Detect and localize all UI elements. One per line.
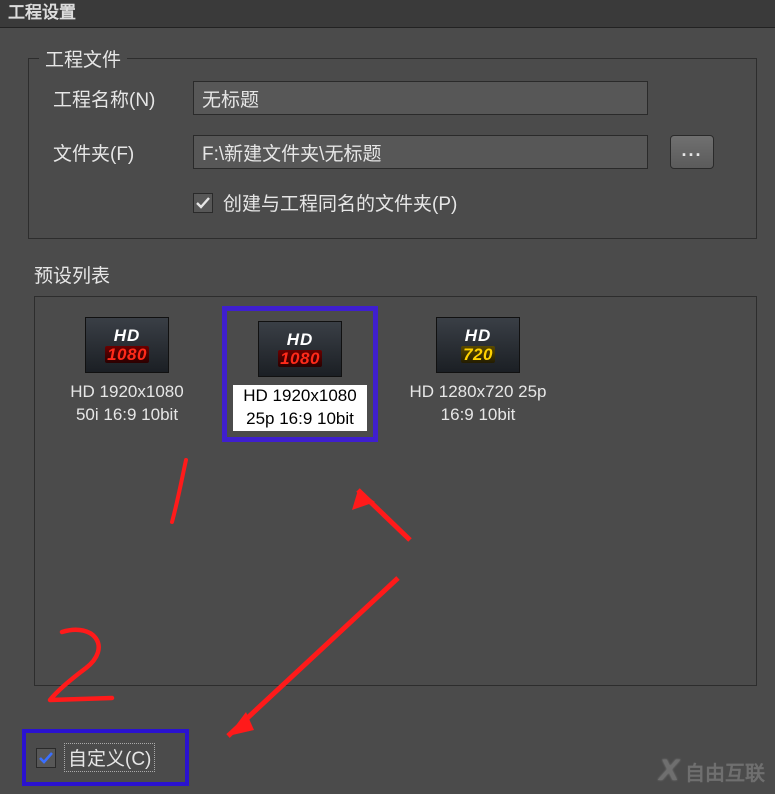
preset-icon-hd720: HD 720 [436, 317, 520, 373]
preset-caption: HD 1920x1080 25p 16:9 10bit [233, 385, 367, 431]
preset-caption-line1: HD 1920x1080 [243, 386, 356, 405]
preset-item-hd1080-25p[interactable]: HD 1080 HD 1920x1080 25p 16:9 10bit [222, 306, 378, 442]
resolution-badge: 1080 [105, 346, 149, 363]
folder-row: 文件夹(F) ... [53, 135, 738, 169]
create-folder-checkbox-wrap[interactable]: 创建与工程同名的文件夹(P) [193, 189, 457, 216]
create-folder-checkbox[interactable] [193, 193, 213, 213]
project-name-label: 工程名称(N) [53, 85, 193, 112]
browse-button[interactable]: ... [670, 135, 714, 169]
project-file-legend: 工程文件 [39, 45, 127, 72]
custom-label: 自定义(C) [64, 743, 155, 772]
hd-badge-text: HD [465, 327, 492, 344]
preset-icon-hd1080: HD 1080 [85, 317, 169, 373]
hd-badge-text: HD [287, 331, 314, 348]
preset-caption: HD 1920x1080 50i 16:9 10bit [49, 381, 205, 427]
custom-checkbox[interactable] [36, 748, 56, 768]
preset-caption: HD 1280x720 25p 16:9 10bit [400, 381, 556, 427]
resolution-badge: 720 [461, 346, 495, 363]
hd-badge-text: HD [114, 327, 141, 344]
preset-caption-line1: HD 1280x720 25p [409, 382, 546, 401]
project-file-group: 工程文件 工程名称(N) 文件夹(F) ... 创建与工程同名的文件夹(P) [28, 58, 757, 239]
preset-list-panel: HD 1080 HD 1920x1080 50i 16:9 10bit HD 1… [34, 296, 757, 686]
preset-caption-line2: 50i 16:9 10bit [76, 405, 178, 424]
check-icon [195, 195, 211, 211]
watermark-text: 自由互联 [685, 757, 765, 786]
watermark-logo-icon: X [659, 754, 679, 788]
folder-label: 文件夹(F) [53, 139, 193, 166]
window-title: 工程设置 [0, 0, 775, 28]
project-name-input[interactable] [193, 81, 648, 115]
create-folder-label: 创建与工程同名的文件夹(P) [223, 189, 457, 216]
create-folder-row: 创建与工程同名的文件夹(P) [193, 189, 738, 216]
preset-list-label: 预设列表 [34, 261, 775, 288]
check-icon [38, 750, 54, 766]
project-name-row: 工程名称(N) [53, 81, 738, 115]
preset-icon-hd1080: HD 1080 [258, 321, 342, 377]
folder-input[interactable] [193, 135, 648, 169]
watermark: X 自由互联 [659, 754, 765, 788]
resolution-badge: 1080 [278, 350, 322, 367]
dialog-content: 工程文件 工程名称(N) 文件夹(F) ... 创建与工程同名的文件夹(P) 预… [0, 58, 775, 686]
custom-checkbox-highlight: 自定义(C) [22, 729, 189, 786]
preset-caption-line2: 25p 16:9 10bit [246, 409, 354, 428]
preset-item-hd720-25p[interactable]: HD 720 HD 1280x720 25p 16:9 10bit [400, 311, 556, 427]
preset-caption-line2: 16:9 10bit [441, 405, 516, 424]
preset-item-hd1080-50i[interactable]: HD 1080 HD 1920x1080 50i 16:9 10bit [49, 311, 205, 427]
preset-caption-line1: HD 1920x1080 [70, 382, 183, 401]
